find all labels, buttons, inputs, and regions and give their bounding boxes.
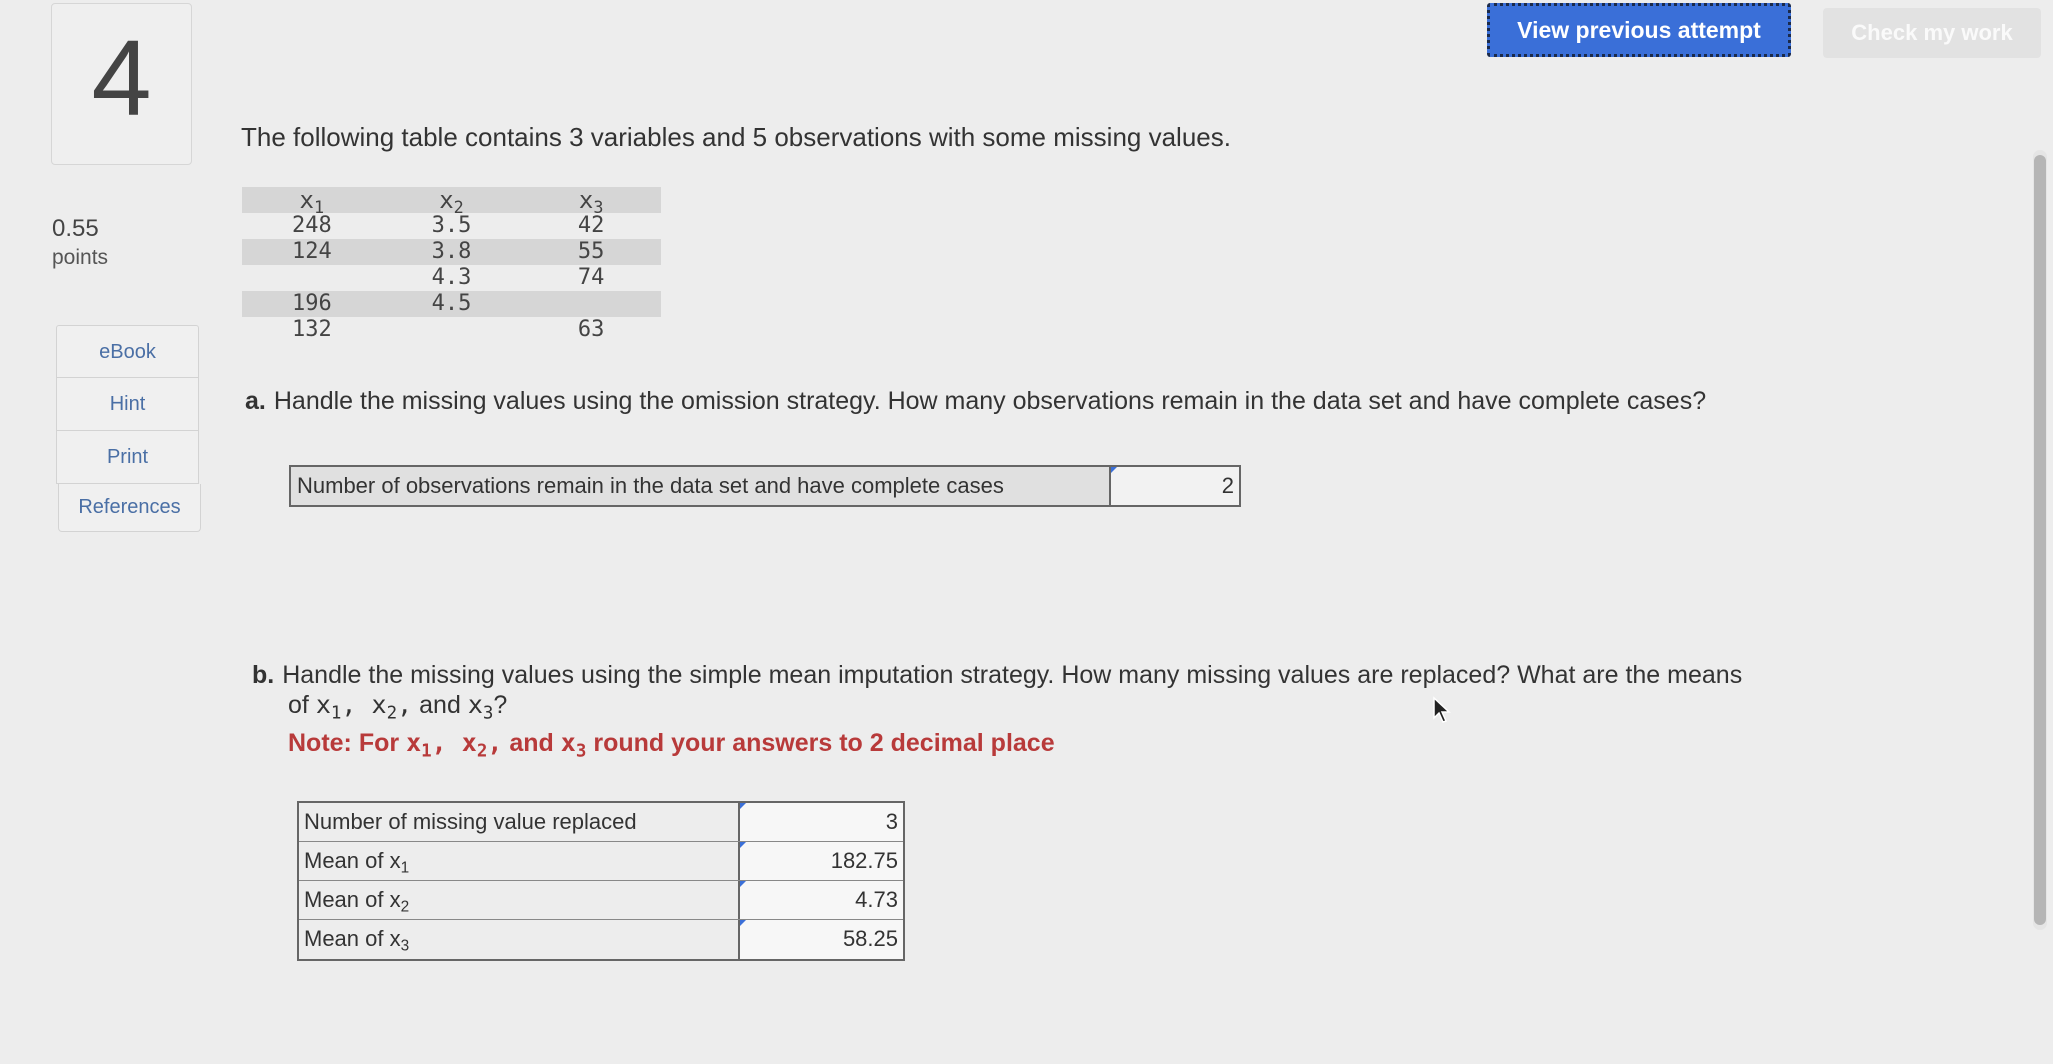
header-x2-var: x [439, 186, 454, 214]
table-cell: 248 [291, 213, 332, 238]
answer-flag-icon [740, 881, 746, 887]
table-cell [382, 317, 522, 343]
header-x3-var: x [578, 186, 594, 214]
row-label-missing-replaced: Number of missing value replaced [299, 803, 740, 841]
mean-x3-input[interactable]: 58.25 [740, 920, 903, 959]
table-cell: 3.5 [431, 213, 472, 238]
answer-flag-icon [740, 803, 746, 809]
hint-link[interactable]: Hint [56, 378, 199, 431]
table-cell: 55 [577, 239, 605, 264]
part-b-line2: of x1, x2, and x3? [288, 690, 508, 724]
missing-replaced-value: 3 [885, 809, 898, 834]
mean-x3-sub: 3 [400, 937, 410, 955]
part-b-and: and [419, 691, 461, 719]
mean-x1-value: 182.75 [830, 848, 898, 873]
mean-x1-sub: 1 [400, 859, 410, 877]
part-a-letter: a. [245, 387, 266, 415]
part-a-answer-input[interactable]: 2 [1111, 467, 1239, 505]
part-b-note: Note: For x1, x2, and x3 round your answ… [288, 728, 1055, 762]
table-cell: 74 [577, 265, 605, 290]
table-row: 196 4.5 [242, 291, 661, 317]
ebook-link[interactable]: eBook [56, 325, 199, 378]
answer-flag-icon [1111, 467, 1117, 473]
table-row: Number of missing value replaced 3 [299, 803, 903, 842]
part-a-answer-table: Number of observations remain in the dat… [289, 465, 1241, 507]
table-cell [521, 291, 661, 317]
row-label-mean-x2: Mean of x2 [299, 881, 740, 919]
missing-replaced-input[interactable]: 3 [740, 803, 903, 841]
check-my-work-button[interactable]: Check my work [1823, 8, 2041, 58]
mean-x2-label: Mean of x [304, 887, 401, 912]
table-cell: 4.5 [431, 291, 472, 316]
row-label-mean-x1: Mean of x1 [299, 842, 740, 880]
table-cell: 63 [577, 317, 605, 342]
table-row: Mean of x3 58.25 [299, 920, 903, 959]
table-row: Mean of x1 182.75 [299, 842, 903, 881]
row-label-mean-x3: Mean of x3 [299, 920, 740, 959]
mean-x1-input[interactable]: 182.75 [740, 842, 903, 880]
header-x1: x1 [242, 186, 382, 217]
part-b-of: of [288, 691, 309, 719]
answer-flag-icon [740, 920, 746, 926]
table-row: 124 3.8 55 [242, 239, 661, 265]
header-x2: x2 [382, 186, 522, 217]
mean-x1-label: Mean of x [304, 848, 401, 873]
table-row: 132 63 [242, 317, 661, 343]
part-b-line1: b. Handle the missing values using the si… [252, 660, 1852, 690]
scrollbar-thumb[interactable] [2034, 155, 2046, 925]
mean-x3-value: 58.25 [842, 926, 898, 951]
table-cell [242, 265, 382, 291]
points-label: points [52, 246, 109, 269]
part-a-row-label: Number of observations remain in the dat… [291, 467, 1111, 505]
table-row: Mean of x2 4.73 [299, 881, 903, 920]
side-nav: eBook Hint Print References [56, 325, 202, 532]
print-link[interactable]: Print [56, 431, 199, 484]
part-b-text: Handle the missing values using the simp… [282, 661, 1743, 689]
points-value: 0.55 [52, 215, 99, 242]
mean-x2-sub: 2 [400, 898, 410, 916]
table-row: 4.3 74 [242, 265, 661, 291]
table-cell: 3.8 [431, 239, 472, 264]
references-link[interactable]: References [58, 484, 201, 532]
view-previous-attempt-button[interactable]: View previous attempt [1487, 3, 1791, 57]
mean-x2-value: 4.73 [855, 887, 898, 912]
intro-text: The following table contains 3 variables… [241, 122, 1231, 152]
data-table-header: x1 x2 x3 [242, 186, 661, 217]
note-prefix: Note: For [288, 729, 400, 758]
answer-flag-icon [740, 842, 746, 848]
part-b-question: b. Handle the missing values using the si… [252, 660, 1852, 767]
part-a-text: Handle the missing values using the omis… [273, 387, 1707, 415]
question-number: 4 [91, 17, 152, 138]
part-b-letter: b. [252, 661, 275, 689]
mouse-cursor-icon [1433, 696, 1451, 723]
table-cell: 132 [291, 317, 332, 342]
question-number-box: 4 [51, 3, 192, 165]
table-cell: 196 [291, 291, 332, 316]
mean-x3-label: Mean of x [304, 926, 401, 951]
header-x1-var: x [299, 186, 314, 214]
part-a-answer-value: 2 [1221, 473, 1234, 498]
mean-x2-input[interactable]: 4.73 [740, 881, 903, 919]
note-suffix: round your answers to 2 decimal place [593, 729, 1055, 758]
part-a-question: a. Handle the missing values using the om… [245, 387, 1845, 416]
table-cell: 42 [577, 213, 605, 238]
table-cell: 4.3 [431, 265, 472, 290]
table-row: 248 3.5 42 [242, 213, 661, 239]
part-b-answer-table: Number of missing value replaced 3 Mean … [297, 801, 905, 961]
data-table: x1 x2 x3 248 3.5 42 124 3.8 55 4.3 74 19… [242, 187, 661, 343]
table-cell: 124 [291, 239, 332, 264]
header-x3: x3 [521, 186, 661, 217]
